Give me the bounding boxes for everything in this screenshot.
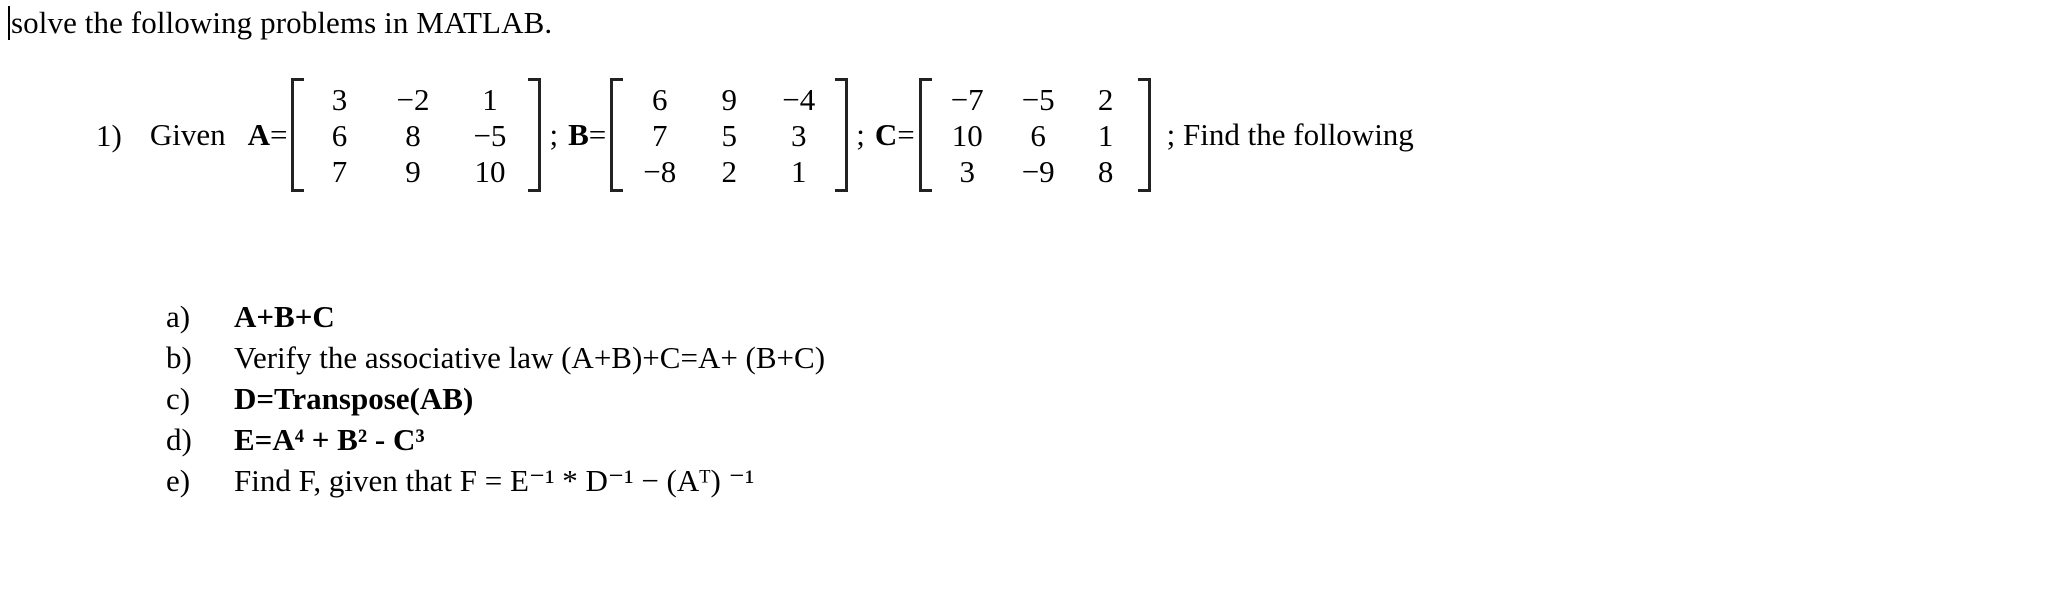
document-page: solve the following problems in MATLAB. … [0, 0, 2046, 605]
matrix-cell: 2 [721, 154, 737, 189]
list-item: c) D=Transpose(AB) [166, 378, 1766, 419]
matrix-a-label: A [247, 117, 270, 152]
matrix-cell: 9 [405, 154, 421, 189]
matrix-cell: 8 [405, 118, 421, 153]
matrix-cell: 8 [1097, 154, 1114, 189]
list-item-marker: c) [166, 381, 191, 416]
matrix-b-grid: 6 9 −4 7 5 3 −8 2 1 [623, 78, 835, 192]
matrix-cell: −2 [396, 82, 430, 117]
matrix-c-right-bracket [1137, 78, 1151, 192]
matrix-cell: 1 [1097, 118, 1114, 153]
list-item-label: A+B+C [234, 299, 335, 334]
matrix-cell: 5 [721, 118, 737, 153]
matrix-a: 3 −2 1 6 8 −5 7 9 10 [291, 78, 542, 192]
list-item-label: E=A⁴ + B² - C³ [234, 422, 425, 457]
matrix-cell: 1 [482, 82, 498, 117]
matrix-b-left-bracket [610, 78, 624, 192]
matrix-cell: 9 [721, 82, 737, 117]
list-item: e) Find F, given that F = E⁻¹ * D⁻¹ − (A… [166, 460, 1766, 501]
separator-after-a: ; [549, 117, 559, 152]
matrix-b-right-bracket [835, 78, 849, 192]
matrix-cell: 6 [651, 82, 668, 117]
matrix-cell: −9 [1021, 154, 1055, 189]
matrix-cell: −8 [643, 154, 677, 189]
find-the-following-text: ; Find the following [1166, 117, 1414, 152]
matrix-cell: 1 [790, 154, 807, 189]
list-item: d) E=A⁴ + B² - C³ [166, 419, 1766, 460]
problem-1-line: 1) Given A = 3 −2 1 6 8 −5 7 9 10 ; B = [96, 78, 1414, 192]
list-item-marker: a) [166, 299, 191, 334]
list-item: b) Verify the associative law (A+B)+C=A+… [166, 337, 1766, 378]
matrix-a-left-bracket [291, 78, 305, 192]
sub-question-list: a) A+B+C b) Verify the associative law (… [166, 296, 1766, 501]
problem-number: 1) [96, 117, 122, 153]
list-item-marker: b) [166, 340, 192, 375]
matrix-a-equals: = [269, 117, 288, 152]
separator-after-b: ; [856, 117, 865, 152]
list-item-label: Verify the associative law (A+B)+C=A+ (B… [234, 340, 826, 375]
text-caret [8, 6, 10, 40]
matrix-a-grid: 3 −2 1 6 8 −5 7 9 10 [304, 78, 528, 192]
matrix-cell: −4 [782, 82, 816, 117]
matrix-cell: 3 [790, 118, 807, 153]
matrix-c-equals: = [897, 117, 915, 152]
given-label: Given [149, 117, 226, 152]
list-item: a) A+B+C [166, 296, 1766, 337]
matrix-b-equals: = [588, 117, 607, 152]
matrix-b-label: B [568, 117, 589, 152]
matrix-b: 6 9 −4 7 5 3 −8 2 1 [610, 78, 849, 192]
list-item-marker: d) [166, 422, 192, 457]
matrix-cell: 6 [1030, 118, 1046, 153]
matrix-cell: 10 [474, 154, 506, 189]
list-item-label: D=Transpose(AB) [234, 381, 474, 416]
matrix-cell: 6 [331, 118, 348, 153]
matrix-cell: 10 [951, 118, 983, 153]
matrix-a-right-bracket [528, 78, 542, 192]
matrix-cell: 2 [1097, 82, 1114, 117]
matrix-cell: −5 [473, 118, 507, 153]
list-item-label: Find F, given that F = E⁻¹ * D⁻¹ − (Aᵀ) … [234, 463, 755, 498]
matrix-cell: −7 [950, 82, 984, 117]
intro-text: solve the following problems in MATLAB. [11, 5, 553, 40]
matrix-cell: −5 [1021, 82, 1055, 117]
matrix-c-left-bracket [918, 78, 932, 192]
matrix-c-grid: −7 −5 2 10 6 1 3 −9 8 [932, 78, 1138, 192]
matrix-c: −7 −5 2 10 6 1 3 −9 8 [918, 78, 1151, 192]
matrix-cell: 7 [331, 154, 348, 189]
matrix-cell: 7 [651, 118, 668, 153]
list-item-marker: e) [166, 463, 191, 498]
matrix-c-label: C [874, 117, 898, 152]
matrix-cell: 3 [959, 154, 975, 189]
intro-paragraph: solve the following problems in MATLAB. [8, 2, 552, 44]
matrix-cell: 3 [331, 82, 348, 117]
